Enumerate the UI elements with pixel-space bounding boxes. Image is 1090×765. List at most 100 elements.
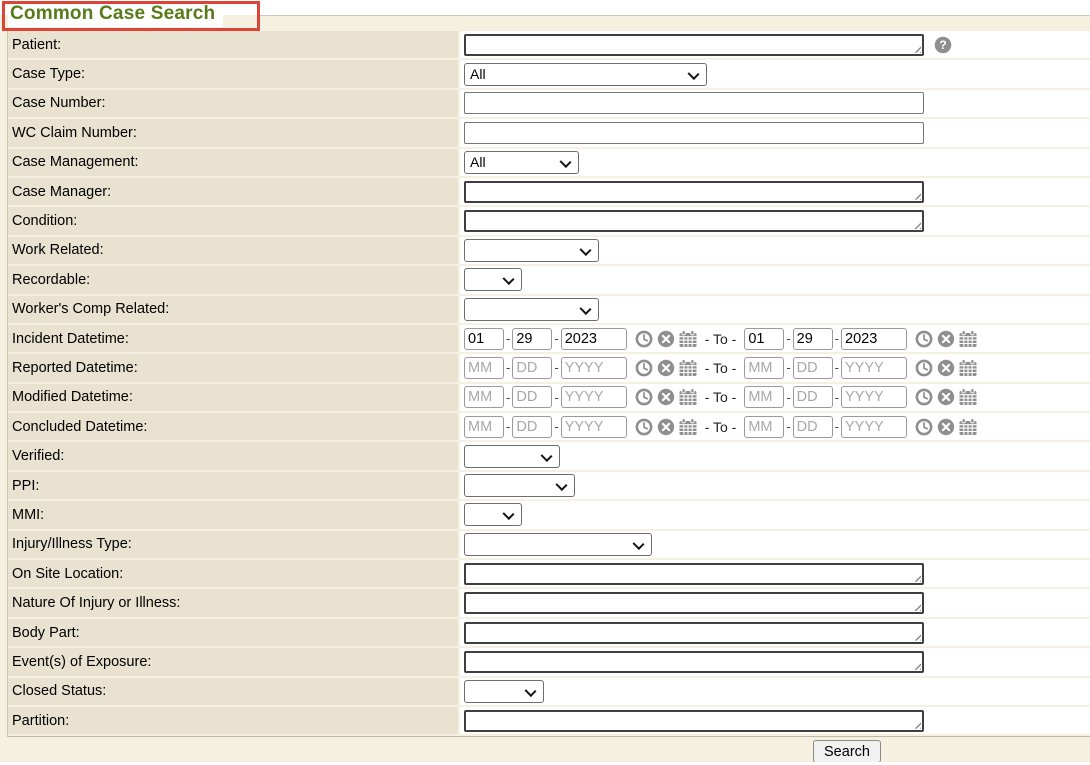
clock-icon[interactable]: [635, 388, 653, 406]
calendar-icon[interactable]: [679, 418, 697, 436]
partition-row: Partition:: [8, 707, 1090, 734]
clock-icon[interactable]: [915, 330, 933, 348]
condition-textarea[interactable]: [464, 210, 924, 232]
modified-datetime-to-year-input[interactable]: [841, 386, 907, 408]
case-type-select-value: All: [470, 66, 486, 82]
clock-icon[interactable]: [915, 359, 933, 377]
calendar-icon[interactable]: [679, 330, 697, 348]
modified-datetime-from-year-input[interactable]: [561, 386, 627, 408]
concluded-datetime-to-year-input[interactable]: [841, 416, 907, 438]
clock-icon[interactable]: [635, 359, 653, 377]
verified-select[interactable]: [464, 445, 560, 468]
x-circle-icon[interactable]: [937, 418, 955, 436]
work-related-select[interactable]: [464, 239, 599, 262]
incident-datetime-from-year-input[interactable]: [561, 328, 627, 350]
help-icon[interactable]: ?: [934, 36, 952, 54]
body-part-label-cell: Body Part:: [8, 619, 458, 646]
body-part-row: Body Part:: [8, 619, 1090, 646]
events-of-exposure-textarea-wrap: [464, 651, 924, 673]
clock-icon[interactable]: [915, 388, 933, 406]
modified-datetime-from-day-input[interactable]: [512, 386, 552, 408]
reported-datetime-from-month-input[interactable]: [464, 357, 504, 379]
wc-claim-number-input[interactable]: [464, 122, 924, 144]
events-of-exposure-label: Event(s) of Exposure:: [12, 654, 151, 670]
modified-datetime-from-month-input[interactable]: [464, 386, 504, 408]
workers-comp-related-select[interactable]: [464, 298, 599, 321]
calendar-icon[interactable]: [959, 418, 977, 436]
reported-datetime-to-year-input[interactable]: [841, 357, 907, 379]
nature-of-injury-or-illness-textarea[interactable]: [464, 592, 924, 614]
clock-icon[interactable]: [635, 330, 653, 348]
on-site-location-textarea[interactable]: [464, 563, 924, 585]
concluded-datetime-to-day-input[interactable]: [793, 416, 833, 438]
incident-datetime-to-year-input[interactable]: [841, 328, 907, 350]
calendar-icon[interactable]: [959, 330, 977, 348]
case-manager-textarea[interactable]: [464, 181, 924, 203]
modified-datetime-to-day-input[interactable]: [793, 386, 833, 408]
calendar-icon[interactable]: [679, 388, 697, 406]
concluded-datetime-from-month-input[interactable]: [464, 416, 504, 438]
incident-datetime-from-month-input[interactable]: [464, 328, 504, 350]
patient-textarea[interactable]: [464, 34, 924, 56]
clock-icon[interactable]: [635, 418, 653, 436]
case-manager-field-cell: [460, 178, 1090, 205]
calendar-icon[interactable]: [679, 359, 697, 377]
concluded-datetime-to-month-input[interactable]: [744, 416, 784, 438]
reported-datetime-to-month-input[interactable]: [744, 357, 784, 379]
calendar-icon[interactable]: [959, 388, 977, 406]
x-circle-icon[interactable]: [657, 418, 675, 436]
x-circle-icon[interactable]: [937, 359, 955, 377]
case-type-field-cell: All: [460, 60, 1090, 87]
date-field-separator: -: [554, 360, 558, 375]
mmi-select[interactable]: [464, 503, 522, 526]
body-part-textarea[interactable]: [464, 622, 924, 644]
case-management-label: Case Management:: [12, 154, 139, 170]
clock-icon[interactable]: [915, 418, 933, 436]
nature-of-injury-or-illness-label: Nature Of Injury or Illness:: [12, 595, 180, 611]
verified-field-cell: [460, 442, 1090, 469]
concluded-datetime-range: --- To ---: [464, 416, 977, 438]
reported-datetime-from-day-input[interactable]: [512, 357, 552, 379]
modified-datetime-to-month-input[interactable]: [744, 386, 784, 408]
case-number-field-cell: [460, 90, 1090, 117]
x-circle-icon[interactable]: [937, 388, 955, 406]
recordable-select[interactable]: [464, 268, 522, 291]
modified-datetime-label: Modified Datetime:: [12, 389, 133, 405]
concluded-datetime-from-year-input[interactable]: [561, 416, 627, 438]
modified-datetime-row: Modified Datetime:--- To ---: [8, 384, 1090, 411]
incident-datetime-from-day-input[interactable]: [512, 328, 552, 350]
incident-datetime-to-month-input[interactable]: [744, 328, 784, 350]
case-type-select[interactable]: All: [464, 63, 707, 86]
reported-datetime-from-year-input[interactable]: [561, 357, 627, 379]
case-management-select[interactable]: All: [464, 151, 579, 174]
reported-datetime-to-day-input[interactable]: [793, 357, 833, 379]
wc-claim-number-row: WC Claim Number:: [8, 119, 1090, 146]
partition-textarea[interactable]: [464, 710, 924, 732]
workers-comp-related-label-cell: Worker's Comp Related:: [8, 296, 458, 323]
calendar-icon[interactable]: [959, 359, 977, 377]
events-of-exposure-textarea[interactable]: [464, 651, 924, 673]
search-button[interactable]: Search: [813, 740, 881, 763]
case-management-label-cell: Case Management:: [8, 149, 458, 176]
date-field-separator: -: [786, 331, 790, 346]
events-of-exposure-row: Event(s) of Exposure:: [8, 648, 1090, 675]
closed-status-select[interactable]: [464, 680, 544, 703]
case-number-input[interactable]: [464, 92, 924, 114]
x-circle-icon[interactable]: [657, 330, 675, 348]
x-circle-icon[interactable]: [937, 330, 955, 348]
date-field-separator: -: [835, 360, 839, 375]
injury-illness-type-select[interactable]: [464, 533, 652, 556]
on-site-location-row: On Site Location:: [8, 560, 1090, 587]
date-field-separator: -: [554, 331, 558, 346]
ppi-select[interactable]: [464, 474, 575, 497]
modified-datetime-from-icons: [635, 388, 697, 406]
x-circle-icon[interactable]: [657, 388, 675, 406]
incident-datetime-to-day-input[interactable]: [793, 328, 833, 350]
incident-datetime-label-cell: Incident Datetime:: [8, 325, 458, 352]
x-circle-icon[interactable]: [657, 359, 675, 377]
date-field-separator: -: [786, 419, 790, 434]
on-site-location-label: On Site Location:: [12, 566, 123, 582]
partition-field-cell: [460, 707, 1090, 734]
concluded-datetime-from-day-input[interactable]: [512, 416, 552, 438]
wc-claim-number-label-cell: WC Claim Number:: [8, 119, 458, 146]
